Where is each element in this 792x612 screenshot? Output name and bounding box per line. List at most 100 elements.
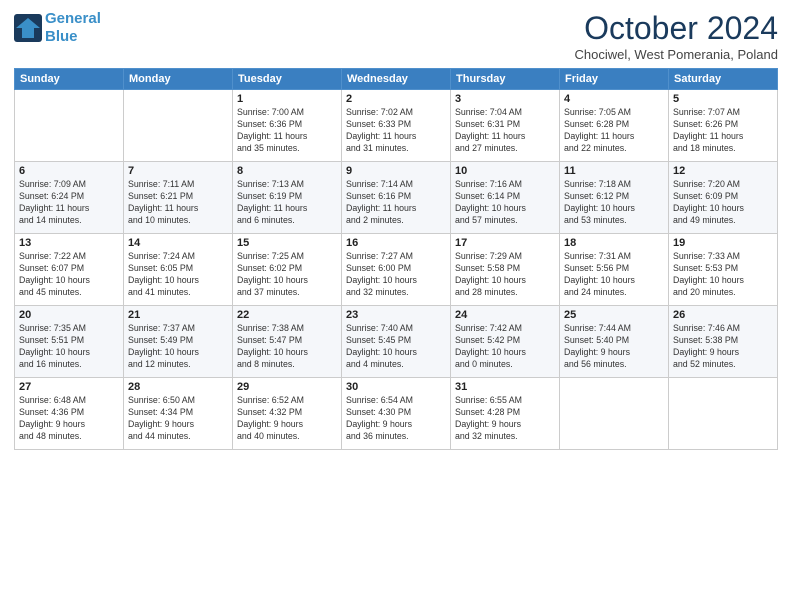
location: Chociwel, West Pomerania, Poland	[574, 47, 778, 62]
calendar-cell: 25Sunrise: 7:44 AM Sunset: 5:40 PM Dayli…	[560, 306, 669, 378]
day-info: Sunrise: 7:05 AM Sunset: 6:28 PM Dayligh…	[564, 107, 664, 155]
calendar-cell: 12 Sunrise: 7:20 AM Sunset: 6:09 PM Dayli…	[669, 162, 778, 234]
day-number: 24	[455, 309, 555, 321]
day-number: 19	[673, 237, 773, 249]
header: General Blue October 2024 Chociwel, West…	[14, 10, 778, 62]
calendar-cell: 13 Sunrise: 7:22 AM Sunset: 6:07 PM Dayli…	[15, 234, 124, 306]
day-info: Sunrise: 7:07 AM Sunset: 6:26 PM Dayligh…	[673, 107, 773, 155]
day-number: 2	[346, 93, 446, 105]
day-number: 10	[455, 165, 555, 177]
day-info: Sunrise: 7:24 AM Sunset: 6:05 PM Dayligh…	[128, 251, 228, 299]
day-number: 31	[455, 381, 555, 393]
day-number: 5	[673, 93, 773, 105]
day-info: Sunrise: 6:52 AM Sunset: 4:32 PM Dayligh…	[237, 395, 337, 443]
day-info: Sunrise: 7:38 AM Sunset: 5:47 PM Dayligh…	[237, 323, 337, 371]
calendar-cell: 14 Sunrise: 7:24 AM Sunset: 6:05 PM Dayli…	[124, 234, 233, 306]
calendar-cell: 28Sunrise: 6:50 AM Sunset: 4:34 PM Dayli…	[124, 378, 233, 450]
day-number: 11	[564, 165, 664, 177]
day-info: Sunrise: 6:48 AM Sunset: 4:36 PM Dayligh…	[19, 395, 119, 443]
day-number: 25	[564, 309, 664, 321]
calendar-table: Sunday Monday Tuesday Wednesday Thursday…	[14, 68, 778, 450]
calendar-body: 1 Sunrise: 7:00 AM Sunset: 6:36 PM Daylig…	[15, 90, 778, 450]
day-info: Sunrise: 6:54 AM Sunset: 4:30 PM Dayligh…	[346, 395, 446, 443]
col-sunday: Sunday	[15, 69, 124, 90]
calendar-cell: 19 Sunrise: 7:33 AM Sunset: 5:53 PM Dayli…	[669, 234, 778, 306]
day-info: Sunrise: 7:40 AM Sunset: 5:45 PM Dayligh…	[346, 323, 446, 371]
calendar-cell: 16 Sunrise: 7:27 AM Sunset: 6:00 PM Dayli…	[342, 234, 451, 306]
day-info: Sunrise: 7:14 AM Sunset: 6:16 PM Dayligh…	[346, 179, 446, 227]
col-thursday: Thursday	[451, 69, 560, 90]
day-number: 17	[455, 237, 555, 249]
calendar-cell: 11Sunrise: 7:18 AM Sunset: 6:12 PM Dayli…	[560, 162, 669, 234]
logo-icon	[14, 14, 42, 42]
day-info: Sunrise: 7:16 AM Sunset: 6:14 PM Dayligh…	[455, 179, 555, 227]
calendar-cell: 5 Sunrise: 7:07 AM Sunset: 6:26 PM Daylig…	[669, 90, 778, 162]
page: General Blue October 2024 Chociwel, West…	[0, 0, 792, 612]
day-info: Sunrise: 7:20 AM Sunset: 6:09 PM Dayligh…	[673, 179, 773, 227]
calendar-cell: 22 Sunrise: 7:38 AM Sunset: 5:47 PM Dayli…	[233, 306, 342, 378]
calendar-cell: 4 Sunrise: 7:05 AM Sunset: 6:28 PM Daylig…	[560, 90, 669, 162]
day-number: 12	[673, 165, 773, 177]
calendar-cell: 30 Sunrise: 6:54 AM Sunset: 4:30 PM Dayli…	[342, 378, 451, 450]
logo-text: General Blue	[45, 10, 101, 46]
day-info: Sunrise: 7:13 AM Sunset: 6:19 PM Dayligh…	[237, 179, 337, 227]
calendar-week-2: 13 Sunrise: 7:22 AM Sunset: 6:07 PM Dayli…	[15, 234, 778, 306]
day-number: 6	[19, 165, 119, 177]
day-number: 3	[455, 93, 555, 105]
day-number: 30	[346, 381, 446, 393]
calendar-cell: 2 Sunrise: 7:02 AM Sunset: 6:33 PM Daylig…	[342, 90, 451, 162]
calendar-cell: 26Sunrise: 7:46 AM Sunset: 5:38 PM Dayli…	[669, 306, 778, 378]
day-info: Sunrise: 7:00 AM Sunset: 6:36 PM Dayligh…	[237, 107, 337, 155]
calendar-cell: 15 Sunrise: 7:25 AM Sunset: 6:02 PM Dayli…	[233, 234, 342, 306]
day-number: 7	[128, 165, 228, 177]
calendar-week-1: 6 Sunrise: 7:09 AM Sunset: 6:24 PM Daylig…	[15, 162, 778, 234]
calendar-cell: 29Sunrise: 6:52 AM Sunset: 4:32 PM Dayli…	[233, 378, 342, 450]
calendar-cell: 7Sunrise: 7:11 AM Sunset: 6:21 PM Daylig…	[124, 162, 233, 234]
day-number: 22	[237, 309, 337, 321]
day-number: 14	[128, 237, 228, 249]
calendar-cell: 8 Sunrise: 7:13 AM Sunset: 6:19 PM Daylig…	[233, 162, 342, 234]
day-info: Sunrise: 7:27 AM Sunset: 6:00 PM Dayligh…	[346, 251, 446, 299]
day-number: 1	[237, 93, 337, 105]
day-info: Sunrise: 7:42 AM Sunset: 5:42 PM Dayligh…	[455, 323, 555, 371]
col-saturday: Saturday	[669, 69, 778, 90]
col-monday: Monday	[124, 69, 233, 90]
calendar-week-3: 20Sunrise: 7:35 AM Sunset: 5:51 PM Dayli…	[15, 306, 778, 378]
day-info: Sunrise: 7:25 AM Sunset: 6:02 PM Dayligh…	[237, 251, 337, 299]
day-number: 8	[237, 165, 337, 177]
calendar-cell: 9 Sunrise: 7:14 AM Sunset: 6:16 PM Daylig…	[342, 162, 451, 234]
calendar-week-0: 1 Sunrise: 7:00 AM Sunset: 6:36 PM Daylig…	[15, 90, 778, 162]
day-number: 4	[564, 93, 664, 105]
day-number: 18	[564, 237, 664, 249]
day-number: 15	[237, 237, 337, 249]
day-info: Sunrise: 7:37 AM Sunset: 5:49 PM Dayligh…	[128, 323, 228, 371]
day-info: Sunrise: 7:02 AM Sunset: 6:33 PM Dayligh…	[346, 107, 446, 155]
calendar-cell	[669, 378, 778, 450]
day-info: Sunrise: 7:04 AM Sunset: 6:31 PM Dayligh…	[455, 107, 555, 155]
day-number: 28	[128, 381, 228, 393]
day-number: 16	[346, 237, 446, 249]
calendar-cell	[560, 378, 669, 450]
day-number: 9	[346, 165, 446, 177]
calendar-cell: 10 Sunrise: 7:16 AM Sunset: 6:14 PM Dayli…	[451, 162, 560, 234]
day-info: Sunrise: 7:09 AM Sunset: 6:24 PM Dayligh…	[19, 179, 119, 227]
day-number: 13	[19, 237, 119, 249]
day-number: 26	[673, 309, 773, 321]
day-info: Sunrise: 7:22 AM Sunset: 6:07 PM Dayligh…	[19, 251, 119, 299]
logo: General Blue	[14, 10, 101, 46]
day-info: Sunrise: 6:55 AM Sunset: 4:28 PM Dayligh…	[455, 395, 555, 443]
day-info: Sunrise: 7:29 AM Sunset: 5:58 PM Dayligh…	[455, 251, 555, 299]
logo-line2: Blue	[45, 28, 78, 45]
day-number: 23	[346, 309, 446, 321]
calendar-cell: 31 Sunrise: 6:55 AM Sunset: 4:28 PM Dayli…	[451, 378, 560, 450]
calendar-cell: 18 Sunrise: 7:31 AM Sunset: 5:56 PM Dayli…	[560, 234, 669, 306]
calendar-cell: 23 Sunrise: 7:40 AM Sunset: 5:45 PM Dayli…	[342, 306, 451, 378]
calendar-cell: 27Sunrise: 6:48 AM Sunset: 4:36 PM Dayli…	[15, 378, 124, 450]
day-number: 21	[128, 309, 228, 321]
calendar-cell: 17 Sunrise: 7:29 AM Sunset: 5:58 PM Dayli…	[451, 234, 560, 306]
month-title: October 2024	[574, 10, 778, 47]
day-info: Sunrise: 7:35 AM Sunset: 5:51 PM Dayligh…	[19, 323, 119, 371]
day-info: Sunrise: 7:31 AM Sunset: 5:56 PM Dayligh…	[564, 251, 664, 299]
calendar-cell: 20Sunrise: 7:35 AM Sunset: 5:51 PM Dayli…	[15, 306, 124, 378]
day-info: Sunrise: 7:33 AM Sunset: 5:53 PM Dayligh…	[673, 251, 773, 299]
